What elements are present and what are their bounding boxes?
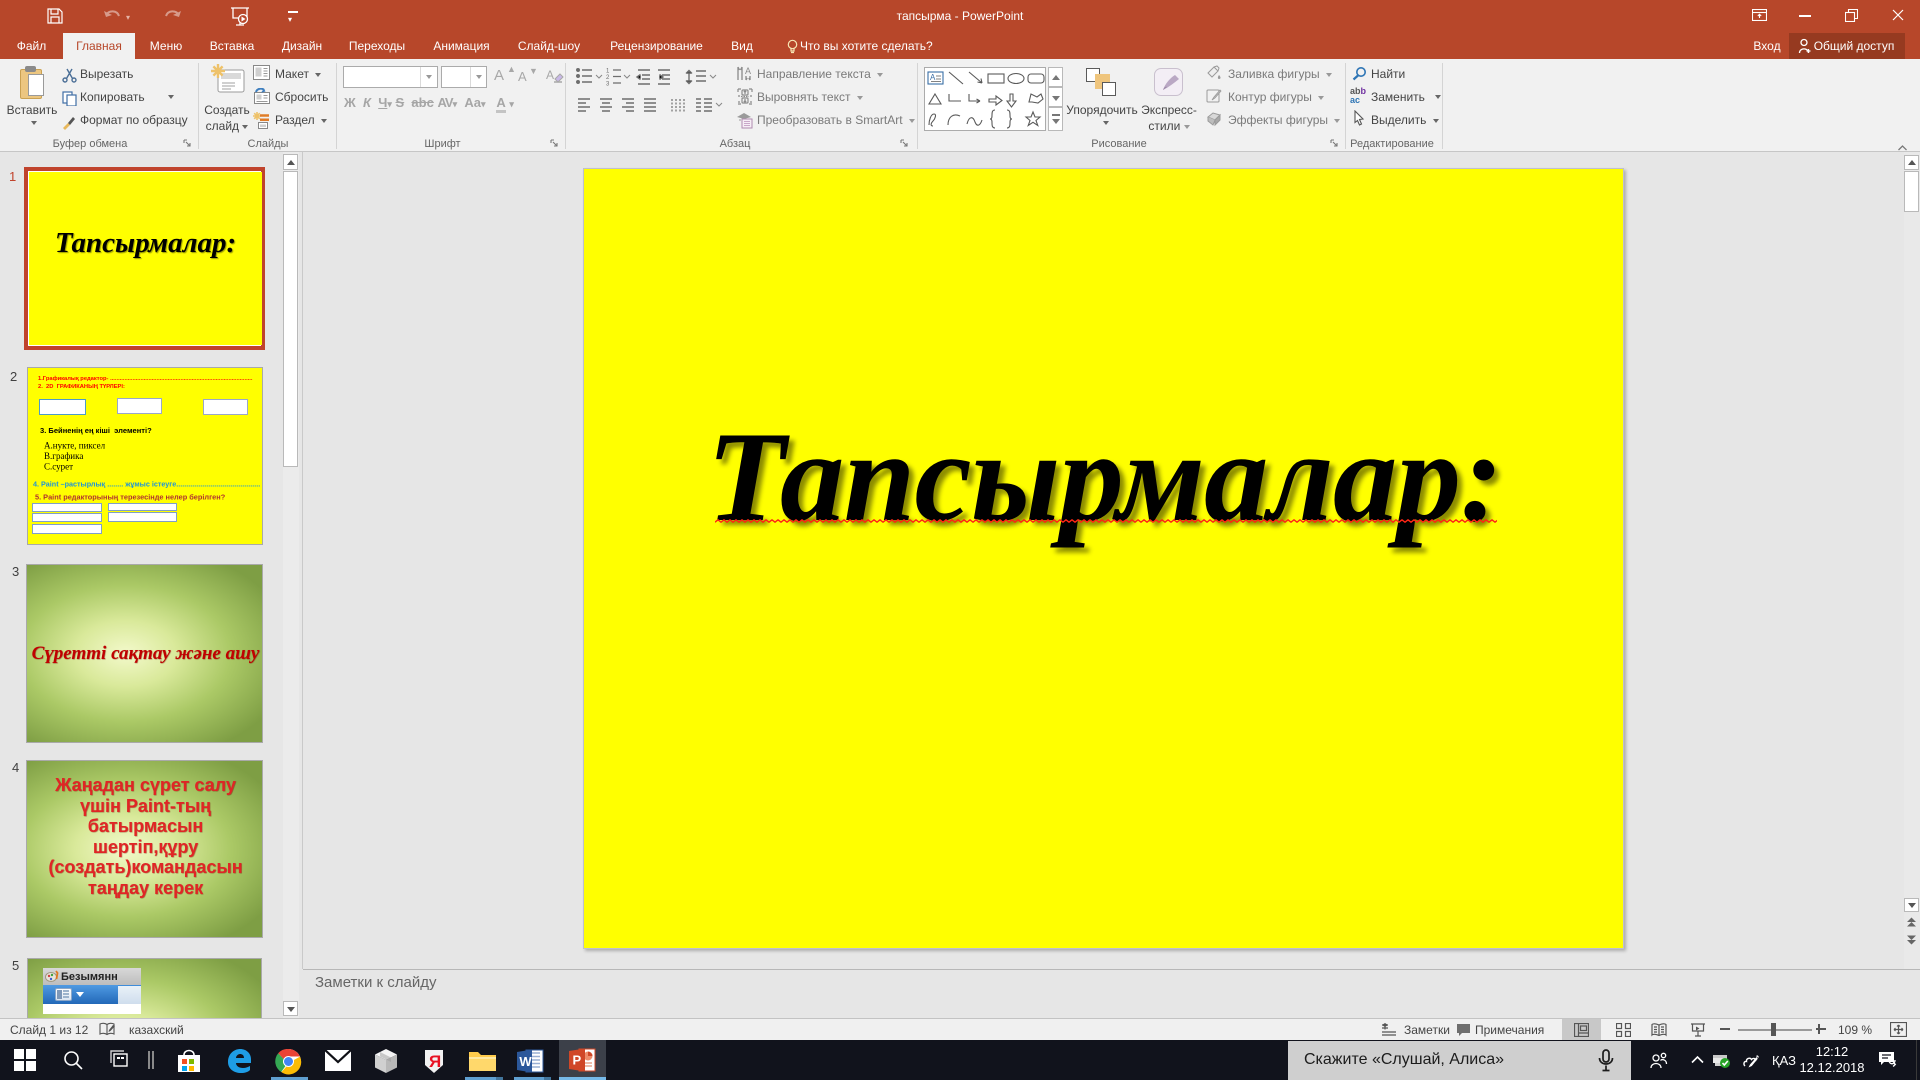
svg-text:Я: Я xyxy=(429,1052,441,1071)
svg-text:W: W xyxy=(519,1054,532,1069)
svg-text:3: 3 xyxy=(606,82,610,88)
svg-text:А: А xyxy=(745,66,751,76)
svg-text:P: P xyxy=(573,1053,582,1068)
svg-text:2: 2 xyxy=(606,75,610,81)
svg-text:1: 1 xyxy=(606,69,610,75)
svg-text:A: A xyxy=(546,68,554,82)
svg-text:A: A xyxy=(930,73,936,82)
